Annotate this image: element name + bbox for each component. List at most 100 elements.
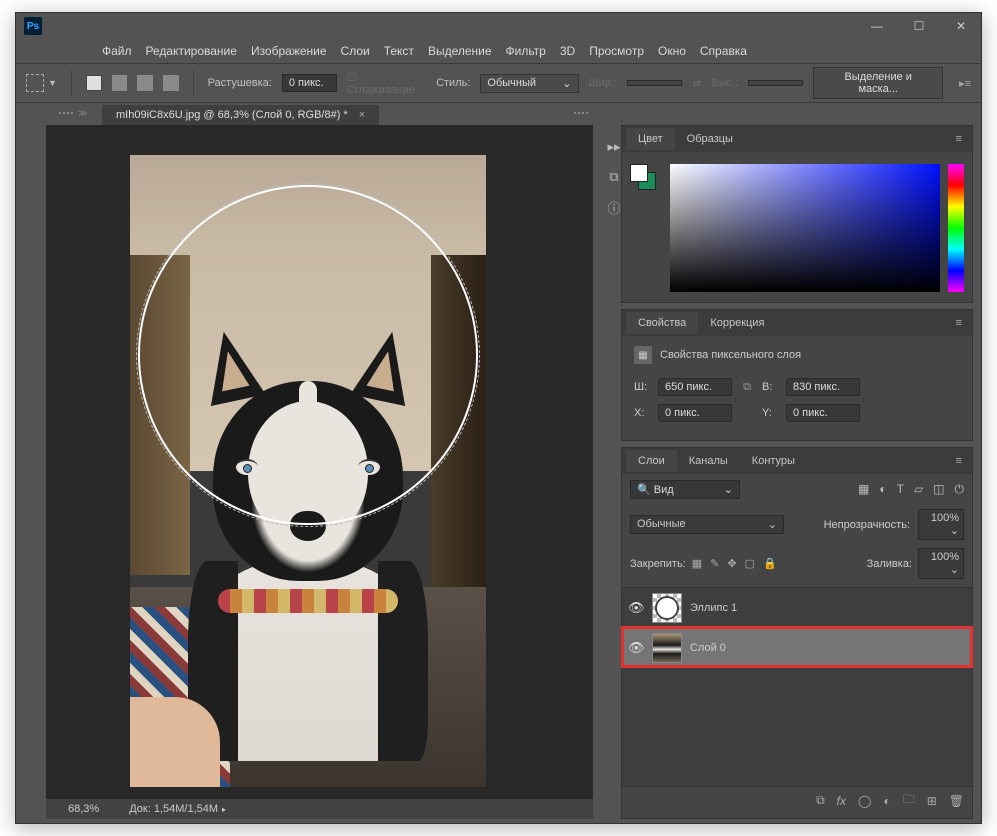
menu-select[interactable]: Выделение: [428, 44, 492, 58]
add-mask-icon[interactable]: ◯: [858, 794, 871, 808]
add-selection-icon[interactable]: [112, 75, 128, 91]
lock-pixels-icon[interactable]: ✎: [710, 557, 719, 570]
menu-file[interactable]: Файл: [102, 44, 132, 58]
layer-name[interactable]: Слой 0: [690, 642, 726, 654]
app-logo: Ps: [24, 17, 42, 35]
layer-list: 👁 Эллипс 1 👁 Слой 0: [622, 587, 972, 786]
menubar: Файл Редактирование Изображение Слои Тек…: [16, 39, 981, 63]
tab-properties[interactable]: Свойства: [626, 312, 698, 334]
opacity-label: Непрозрачность:: [824, 519, 910, 531]
tab-layers[interactable]: Слои: [626, 450, 677, 472]
menu-3d[interactable]: 3D: [560, 44, 575, 58]
canvas[interactable]: [130, 155, 486, 787]
width-label: Ш:: [634, 381, 652, 393]
document-tab[interactable]: mIh09iC8x6U.jpg @ 68,3% (Слой 0, RGB/8#)…: [102, 105, 379, 125]
panel-menu-icon[interactable]: ≡: [950, 455, 968, 467]
style-select[interactable]: Обычный⌄: [480, 74, 578, 93]
tab-paths[interactable]: Контуры: [740, 450, 807, 472]
color-field[interactable]: [670, 164, 940, 292]
menu-image[interactable]: Изображение: [251, 44, 327, 58]
selection-marquee: [136, 183, 480, 527]
filter-type-icon[interactable]: T: [897, 482, 904, 497]
adjustment-layer-icon[interactable]: ◐: [883, 794, 890, 808]
visibility-toggle[interactable]: 👁: [628, 640, 644, 656]
layer-item-ellipse[interactable]: 👁 Эллипс 1: [622, 587, 972, 627]
filter-toggle[interactable]: ⏻: [955, 482, 965, 497]
layer-panel-footer: ⧉ fx ◯ ◐ 🗀 ⊞ 🗑: [622, 786, 972, 814]
layer-name[interactable]: Эллипс 1: [690, 602, 737, 614]
layer-filter-select[interactable]: 🔍 Вид ⌄: [630, 480, 740, 499]
height-value[interactable]: 830 пикс.: [786, 378, 860, 396]
options-menu-icon[interactable]: ▸≡: [959, 77, 971, 90]
tab-swatches[interactable]: Образцы: [675, 128, 745, 150]
menu-view[interactable]: Просмотр: [589, 44, 644, 58]
y-label: Y:: [762, 407, 780, 419]
group-layers-icon[interactable]: 🗀: [903, 790, 915, 811]
chevron-down-icon: ▼: [48, 78, 57, 88]
panel-menu-icon[interactable]: ≡: [950, 133, 968, 145]
height-label: В:: [762, 381, 780, 393]
fill-label: Заливка:: [867, 558, 912, 570]
marquee-tool-indicator[interactable]: [26, 74, 44, 92]
intersect-selection-icon[interactable]: [163, 75, 179, 91]
lock-all-icon[interactable]: 🔒: [763, 557, 777, 570]
color-panel-swatch[interactable]: [630, 164, 662, 196]
tab-color[interactable]: Цвет: [626, 128, 675, 150]
close-button[interactable]: ✕: [949, 17, 973, 35]
maximize-button[interactable]: ☐: [907, 17, 931, 35]
width-value[interactable]: 650 пикс.: [658, 378, 732, 396]
minimize-button[interactable]: —: [865, 17, 889, 35]
new-selection-icon[interactable]: [86, 75, 102, 91]
zoom-level[interactable]: 68,3%: [68, 803, 99, 815]
width-input: [627, 80, 682, 86]
visibility-toggle[interactable]: 👁: [628, 600, 644, 616]
height-input: [748, 80, 803, 86]
swap-wh-icon: ⇄: [692, 77, 701, 90]
menu-help[interactable]: Справка: [700, 44, 747, 58]
y-value[interactable]: 0 пикс.: [786, 404, 860, 422]
filter-pixel-icon[interactable]: ▦: [858, 482, 869, 497]
opacity-input[interactable]: 100% ⌄: [918, 509, 964, 540]
filter-adjust-icon[interactable]: ◐: [879, 482, 886, 497]
doc-size[interactable]: Док: 1,54M/1,54M▸: [129, 803, 226, 815]
menu-layers[interactable]: Слои: [341, 44, 370, 58]
lock-transparency-icon[interactable]: ▦: [692, 557, 702, 570]
layer-item-background[interactable]: 👁 Слой 0: [622, 627, 972, 667]
select-and-mask-button[interactable]: Выделение и маска...: [813, 67, 943, 99]
properties-subtitle: Свойства пиксельного слоя: [660, 349, 801, 361]
workspace: [46, 125, 593, 799]
width-label: Шир.:: [589, 77, 617, 89]
layers-panel: Слои Каналы Контуры ≡ 🔍 Вид ⌄ ▦ ◐ T ▱ ◫ …: [621, 447, 973, 819]
filter-shape-icon[interactable]: ▱: [914, 482, 923, 497]
layer-thumbnail[interactable]: [652, 633, 682, 663]
panel-dock-handle[interactable]: [561, 104, 601, 122]
menu-edit[interactable]: Редактирование: [146, 44, 237, 58]
layer-thumbnail[interactable]: [652, 593, 682, 623]
hue-slider[interactable]: [948, 164, 964, 292]
fill-input[interactable]: 100% ⌄: [918, 548, 964, 579]
feather-input[interactable]: 0 пикс.: [282, 74, 337, 92]
app-window: Ps — ☐ ✕ Файл Редактирование Изображение…: [15, 12, 982, 824]
blend-mode-select[interactable]: Обычные⌄: [630, 515, 784, 534]
document-tabs: mIh09iC8x6U.jpg @ 68,3% (Слой 0, RGB/8#)…: [102, 103, 379, 127]
link-layers-icon[interactable]: ⧉: [816, 793, 825, 808]
lock-label: Закрепить:: [630, 558, 686, 570]
link-wh-icon[interactable]: ⧉: [738, 381, 756, 394]
subtract-selection-icon[interactable]: [137, 75, 153, 91]
x-label: X:: [634, 407, 652, 419]
tab-channels[interactable]: Каналы: [677, 450, 740, 472]
titlebar: Ps — ☐ ✕: [16, 13, 981, 39]
new-layer-icon[interactable]: ⊞: [927, 794, 937, 808]
menu-text[interactable]: Текст: [384, 44, 414, 58]
filter-smart-icon[interactable]: ◫: [933, 482, 944, 497]
menu-window[interactable]: Окно: [658, 44, 686, 58]
x-value[interactable]: 0 пикс.: [658, 404, 732, 422]
layer-fx-icon[interactable]: fx: [837, 794, 846, 808]
panel-menu-icon[interactable]: ≡: [950, 317, 968, 329]
lock-position-icon[interactable]: ✥: [727, 557, 736, 570]
tab-adjustments[interactable]: Коррекция: [698, 312, 776, 334]
lock-artboard-icon[interactable]: ▢: [745, 557, 755, 570]
delete-layer-icon[interactable]: 🗑: [949, 794, 964, 808]
menu-filter[interactable]: Фильтр: [506, 44, 546, 58]
style-label: Стиль:: [436, 77, 470, 89]
